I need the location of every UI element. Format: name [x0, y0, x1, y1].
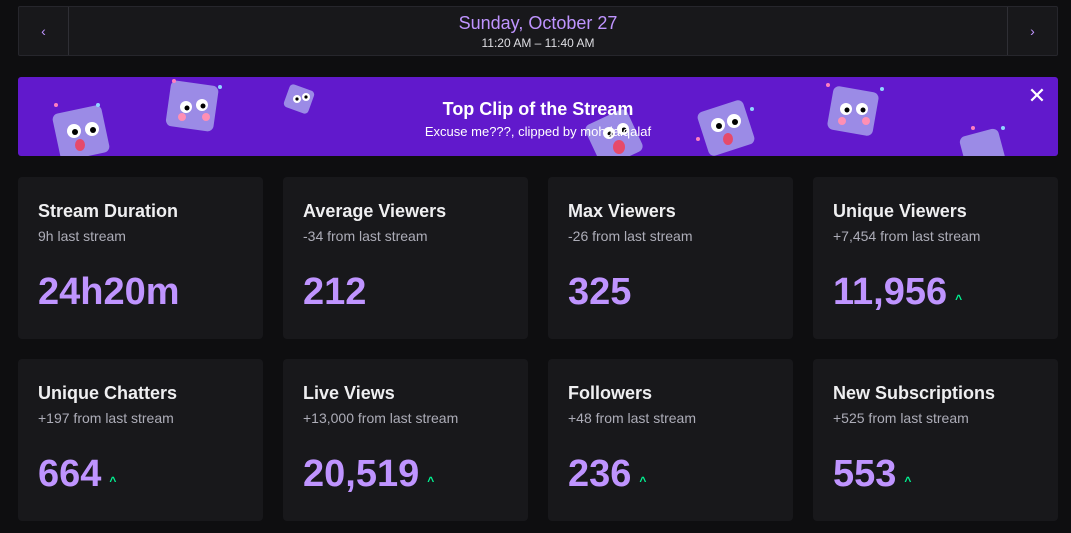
stat-card: Stream Duration 9h last stream 24h20m [18, 177, 263, 339]
date-navigator: ‹ Sunday, October 27 11:20 AM – 11:40 AM… [18, 6, 1058, 56]
stat-title: Unique Chatters [38, 383, 178, 403]
stat-title: Live Views [303, 383, 395, 403]
stat-value-row: 664 ^ [38, 453, 116, 496]
stat-comparison: +525 from last stream [833, 410, 969, 426]
stat-card: Unique Chatters +197 from last stream 664 ^ [18, 359, 263, 521]
stat-card: Unique Viewers +7,454 from last stream 11,… [813, 177, 1058, 339]
top-clip-title: Top Clip of the Stream [442, 99, 634, 119]
stat-value-row: 236 ^ [568, 453, 646, 496]
stat-value-row: 24h20m [38, 271, 180, 314]
stat-comparison: +13,000 from last stream [303, 410, 459, 426]
chevron-right-icon: › [1030, 23, 1035, 39]
top-clip-text: Top Clip of the Stream Excuse me???, cli… [18, 99, 1058, 139]
previous-stream-button[interactable]: ‹ [19, 7, 69, 55]
stat-value: 236 [568, 453, 632, 495]
stream-date-title: Sunday, October 27 [458, 13, 618, 33]
stat-title: Unique Viewers [833, 201, 967, 221]
stat-value-row: 325 [568, 271, 631, 314]
stat-value: 553 [833, 453, 897, 495]
top-clip-banner[interactable]: Top Clip of the Stream Excuse me???, cli… [18, 77, 1058, 156]
trend-up-icon: ^ [904, 474, 912, 488]
stat-value: 664 [38, 453, 102, 495]
top-clip-subtitle: Excuse me???, clipped by mohdalqalaf [424, 124, 652, 139]
trend-up-icon: ^ [639, 474, 647, 488]
trend-up-icon: ^ [955, 292, 963, 306]
stream-date: Sunday, October 27 11:20 AM – 11:40 AM [69, 7, 1007, 55]
stat-card: Followers +48 from last stream 236 ^ [548, 359, 793, 521]
stat-comparison: -26 from last stream [568, 228, 693, 244]
stat-title: Average Viewers [303, 201, 447, 221]
stat-title: Max Viewers [568, 201, 676, 221]
stat-value: 325 [568, 271, 632, 313]
stat-comparison: +48 from last stream [568, 410, 696, 426]
stat-comparison: +7,454 from last stream [833, 228, 981, 244]
stat-card: New Subscriptions +525 from last stream 55… [813, 359, 1058, 521]
stat-title: Followers [568, 383, 653, 403]
close-icon[interactable]: ✕ [1026, 85, 1048, 107]
stat-card: Max Viewers -26 from last stream 325 [548, 177, 793, 339]
chevron-left-icon: ‹ [41, 23, 46, 39]
stat-value: 20,519 [303, 453, 420, 495]
stat-comparison: 9h last stream [38, 228, 126, 244]
trend-up-icon: ^ [427, 474, 435, 488]
stream-time-range: 11:20 AM – 11:40 AM [481, 36, 595, 50]
stat-card: Live Views +13,000 from last stream 20,519… [283, 359, 528, 521]
stat-value-row: 20,519 ^ [303, 453, 434, 496]
stat-value: 212 [303, 271, 367, 313]
stat-value-row: 11,956 ^ [833, 271, 962, 314]
stat-comparison: -34 from last stream [303, 228, 428, 244]
stat-value: 24h20m [38, 271, 180, 313]
next-stream-button[interactable]: › [1007, 7, 1057, 55]
stat-value-row: 553 ^ [833, 453, 911, 496]
stat-title: New Subscriptions [833, 383, 996, 403]
stat-comparison: +197 from last stream [38, 410, 174, 426]
trend-up-icon: ^ [109, 474, 117, 488]
stat-value: 11,956 [833, 271, 948, 313]
stat-title: Stream Duration [38, 201, 179, 221]
stat-card: Average Viewers -34 from last stream 212 [283, 177, 528, 339]
stat-value-row: 212 [303, 271, 366, 314]
